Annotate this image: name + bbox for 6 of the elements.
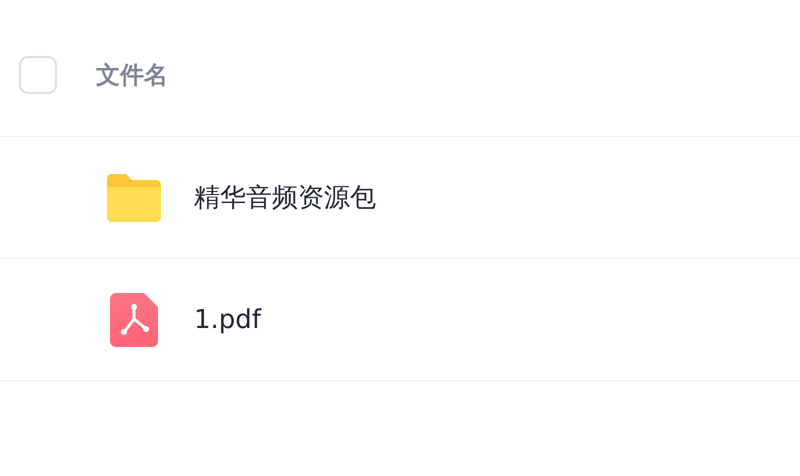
file-name[interactable]: 1.pdf	[194, 304, 261, 334]
folder-icon	[107, 174, 161, 222]
file-name[interactable]: 精华音频资源包	[194, 180, 376, 215]
select-all-checkbox[interactable]	[19, 56, 57, 94]
column-header: 文件名	[96, 60, 168, 91]
pdf-file-icon	[110, 292, 158, 346]
